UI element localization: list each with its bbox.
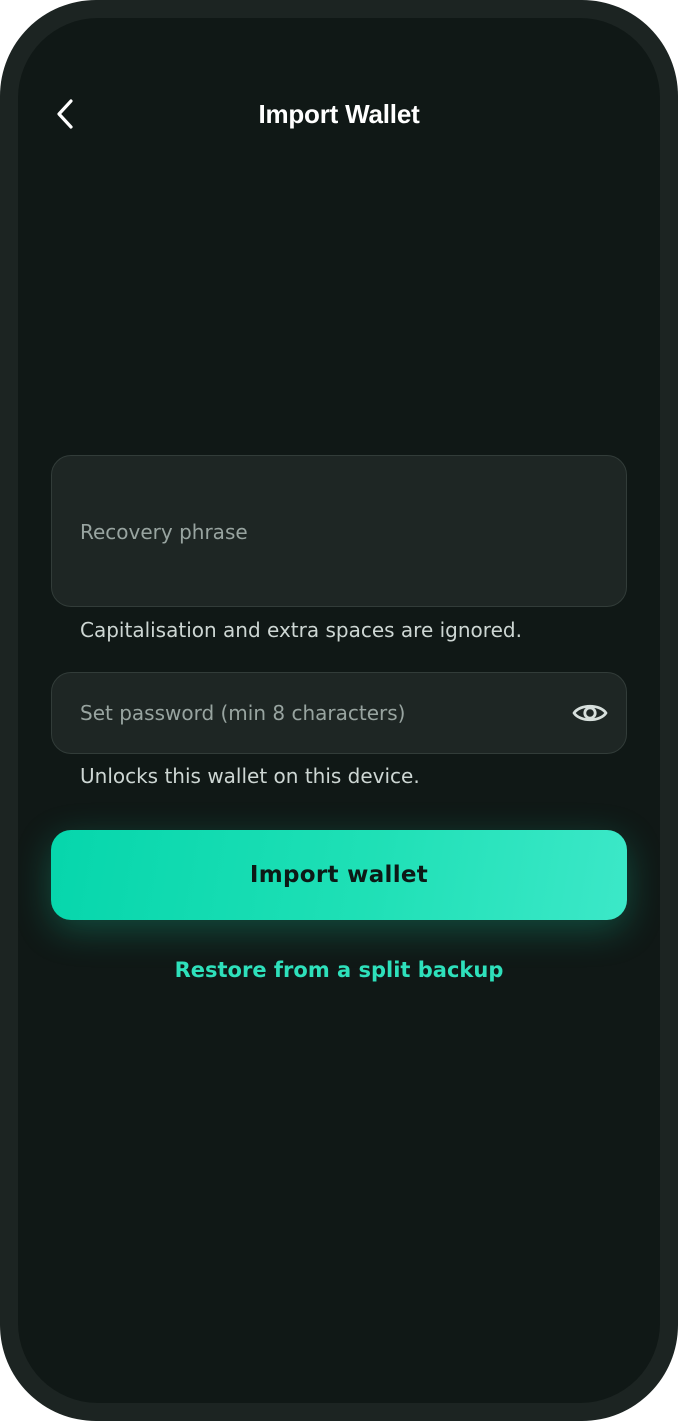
recovery-phrase-input[interactable] — [52, 514, 626, 550]
phone-frame: Import Wallet Capitalisation and extra s… — [0, 0, 678, 1421]
recovery-helper-text: Capitalisation and extra spaces are igno… — [80, 618, 522, 642]
show-password-button[interactable] — [568, 691, 612, 735]
page-title: Import Wallet — [258, 99, 420, 129]
password-input[interactable] — [52, 673, 626, 753]
eye-icon — [572, 704, 608, 722]
import-wallet-screen: Import Wallet Capitalisation and extra s… — [18, 18, 660, 1403]
password-helper-text: Unlocks this wallet on this device. — [80, 764, 420, 788]
password-field[interactable] — [51, 672, 627, 754]
import-wallet-button[interactable]: Import wallet — [51, 830, 627, 920]
recovery-phrase-field[interactable] — [51, 455, 627, 607]
restore-split-backup-link[interactable]: Restore from a split backup — [18, 955, 660, 985]
